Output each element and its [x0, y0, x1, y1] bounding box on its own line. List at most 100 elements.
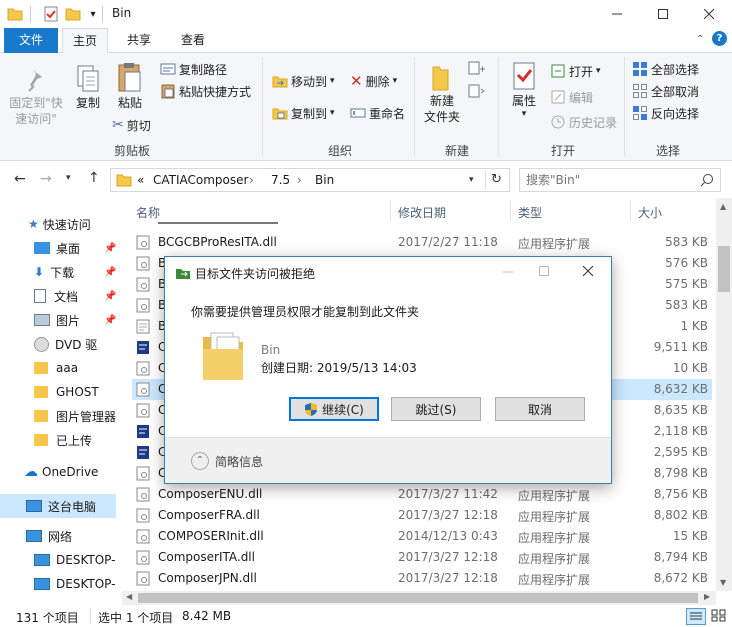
table-row[interactable]: ComposerFRA.dll 2017/3/27 12:18 应用程序扩展 8,80…	[132, 505, 712, 526]
table-row[interactable]: ComposerITA.dll 2017/3/27 12:18 应用程序扩展 8,79…	[132, 547, 712, 568]
scroll-left-icon[interactable]: ◀	[126, 592, 132, 601]
paste-shortcut-button[interactable]: 粘贴快捷方式	[160, 81, 251, 101]
folder-icon	[34, 386, 48, 398]
address-bar[interactable]: « CATIAComposer › 7.5 › Bin ▾ ↻	[110, 168, 510, 192]
nav-label: aaa	[56, 361, 79, 375]
delete-button[interactable]: ✕ 删除 ▾	[350, 71, 397, 91]
column-header-type[interactable]: 类型	[518, 204, 542, 221]
new-folder-button[interactable]: 新建 文件夹	[420, 63, 464, 125]
tab-view[interactable]: 查看	[170, 28, 216, 53]
search-icon[interactable]	[700, 173, 714, 187]
close-button[interactable]	[686, 0, 732, 28]
vertical-scrollbar[interactable]: ▲ ▼	[716, 198, 732, 591]
new-folder-icon[interactable]	[64, 5, 82, 23]
dialog-minimize-button[interactable]	[493, 261, 523, 281]
file-date: 2014/12/13 0:43	[398, 529, 498, 543]
tab-file[interactable]: 文件	[4, 28, 58, 53]
folder-icon	[6, 5, 24, 23]
column-header-size[interactable]: 大小	[638, 204, 662, 221]
file-icon	[136, 571, 150, 586]
easy-access-icon[interactable]	[468, 83, 486, 102]
dropdown-arrow-icon: ▾	[392, 76, 398, 86]
table-row[interactable]: BCGCBProResITA.dll 2017/2/27 11:18 应用程序扩展 5…	[132, 232, 712, 253]
cut-label: 剪切	[126, 118, 151, 133]
tab-home[interactable]: 主页	[62, 28, 108, 54]
column-divider[interactable]	[390, 200, 391, 222]
skip-button[interactable]: 跳过(S)	[391, 397, 481, 421]
collapse-ribbon-icon[interactable]: ⌃	[696, 34, 704, 45]
scroll-right-icon[interactable]: ▶	[704, 592, 710, 601]
copy-to-label: 复制到	[291, 106, 328, 121]
large-icons-view-icon[interactable]	[710, 608, 728, 625]
breadcrumb-item[interactable]: Bin	[315, 173, 334, 187]
search-box[interactable]	[519, 168, 721, 192]
invert-selection-button[interactable]: 反向选择	[632, 103, 699, 123]
file-size: 8,632 KB	[653, 382, 708, 396]
cut-button[interactable]: ✂ 剪切	[112, 115, 151, 135]
address-dropdown-icon[interactable]: ▾	[469, 175, 474, 185]
properties-check-icon[interactable]	[42, 5, 60, 23]
dialog-message: 你需要提供管理员权限才能复制到此文件夹	[191, 305, 420, 319]
scroll-down-icon[interactable]: ▼	[720, 578, 726, 587]
pin-quick-access-button[interactable]: 固定到"快 速访问"	[6, 65, 66, 127]
file-icon	[136, 424, 150, 439]
dialog-maximize-button[interactable]	[529, 261, 559, 281]
customize-toolbar-icon[interactable]: ▾	[84, 5, 102, 23]
breadcrumb-overflow[interactable]: «	[137, 173, 144, 187]
tab-share[interactable]: 共享	[116, 28, 162, 53]
recent-locations-icon[interactable]: ▾	[66, 173, 71, 183]
cloud-icon: ☁	[24, 464, 38, 480]
select-none-button[interactable]: 全部取消	[632, 81, 699, 101]
details-view-icon[interactable]	[686, 608, 706, 625]
file-size: 576 KB	[665, 256, 708, 270]
rename-button[interactable]: 重命名	[350, 103, 405, 123]
column-header-name[interactable]: 名称	[136, 204, 160, 221]
table-row[interactable]: ComposerENU.dll 2017/3/27 11:42 应用程序扩展 8,75…	[132, 484, 712, 505]
nav-label: DESKTOP-	[56, 577, 116, 591]
column-divider[interactable]	[510, 200, 511, 222]
table-row[interactable]: ComposerJPN.dll 2017/3/27 12:18 应用程序扩展 8,67…	[132, 568, 712, 589]
nav-label: OneDrive	[42, 465, 99, 479]
properties-button[interactable]: 属性 ▾	[504, 61, 544, 119]
paste-button[interactable]: 粘贴	[110, 61, 150, 111]
breadcrumb-item[interactable]: 7.5	[271, 173, 290, 187]
back-arrow-icon[interactable]: ←	[14, 171, 26, 187]
paste-shortcut-icon	[161, 84, 175, 99]
breadcrumb-separator-icon[interactable]: ›	[249, 173, 254, 187]
continue-button[interactable]: 继续(C)	[289, 397, 379, 421]
file-icon	[136, 361, 150, 376]
fewer-details-toggle[interactable]: ⌃ 简略信息	[191, 452, 263, 470]
scroll-thumb[interactable]	[138, 593, 698, 603]
select-all-button[interactable]: 全部选择	[632, 59, 699, 79]
scroll-up-icon[interactable]: ▲	[720, 202, 726, 211]
ribbon: 固定到"快 速访问" 复制 粘贴 ✂ 剪切 复制路径 粘贴快捷方式 剪贴板 移动…	[0, 53, 732, 161]
column-divider[interactable]	[630, 200, 631, 222]
table-row[interactable]: COMPOSERInit.dll 2014/12/13 0:43 应用程序扩展 15 …	[132, 526, 712, 547]
copy-path-button[interactable]: 复制路径	[160, 59, 227, 79]
maximize-button[interactable]	[640, 0, 686, 28]
file-icon	[136, 340, 150, 355]
search-input[interactable]	[526, 172, 694, 188]
copy-to-button[interactable]: 复制到 ▾	[272, 103, 335, 123]
new-item-icon[interactable]	[468, 61, 486, 80]
open-button[interactable]: 打开 ▾	[550, 61, 601, 81]
horizontal-scrollbar[interactable]: ◀ ▶	[122, 591, 716, 605]
scroll-thumb[interactable]	[718, 246, 730, 292]
move-to-button[interactable]: 移动到 ▾	[272, 71, 335, 91]
breadcrumb-item[interactable]: CATIAComposer	[153, 173, 248, 187]
nav-label: 下载	[50, 265, 75, 280]
cancel-button[interactable]: 取消	[495, 397, 585, 421]
breadcrumb-separator-icon[interactable]: ›	[297, 173, 302, 187]
edit-button[interactable]: 编辑	[550, 87, 593, 107]
minimize-button[interactable]	[594, 0, 640, 28]
help-icon[interactable]: ?	[712, 31, 727, 46]
column-header-date[interactable]: 修改日期	[398, 204, 446, 221]
copy-button[interactable]: 复制	[70, 63, 106, 111]
forward-arrow-icon[interactable]: →	[40, 171, 52, 187]
up-arrow-icon[interactable]: ↑	[88, 170, 100, 186]
dropdown-arrow-icon: ▾	[521, 109, 527, 119]
refresh-icon[interactable]: ↻	[485, 170, 507, 190]
dialog-close-button[interactable]	[573, 261, 603, 281]
file-type: 应用程序扩展	[518, 510, 591, 524]
history-button[interactable]: 历史记录	[550, 112, 617, 132]
